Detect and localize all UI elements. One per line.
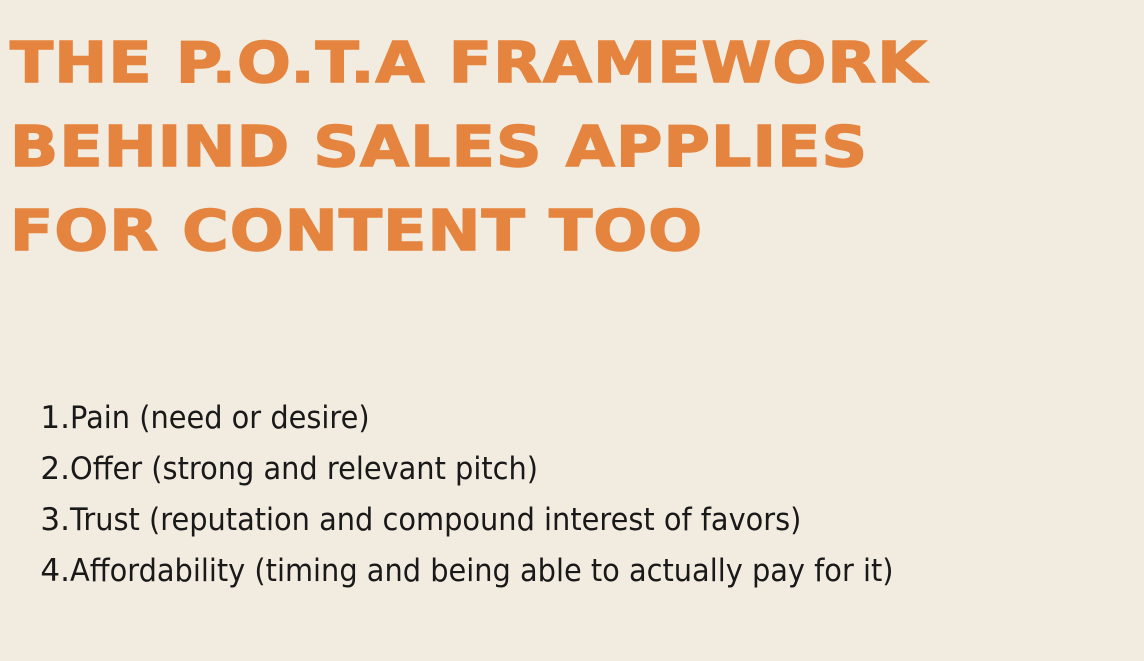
list-item-number: 2. xyxy=(40,451,70,487)
slide-title: THE P.O.T.A FRAMEWORK BEHIND SALES APPLI… xyxy=(9,22,1144,274)
list-item-number: 1. xyxy=(40,400,70,436)
title-line: FOR CONTENT TOO xyxy=(9,198,704,265)
list-item: 2. Offer (strong and relevant pitch) xyxy=(34,444,956,495)
title-line: THE P.O.T.A FRAMEWORK xyxy=(9,30,928,97)
slide: THE P.O.T.A FRAMEWORK BEHIND SALES APPLI… xyxy=(0,0,1144,661)
list-item-text: Trust (reputation and compound interest … xyxy=(70,502,802,538)
list-item-number: 4. xyxy=(40,553,70,589)
list-item-text: Affordability (timing and being able to … xyxy=(70,553,894,589)
list-item: 4. Affordability (timing and being able … xyxy=(34,546,956,597)
list-item: 1. Pain (need or desire) xyxy=(34,393,956,444)
list-item: 3. Trust (reputation and compound intere… xyxy=(34,495,956,546)
list-item-text: Offer (strong and relevant pitch) xyxy=(70,451,539,487)
list-item-number: 3. xyxy=(40,502,70,538)
list-item-text: Pain (need or desire) xyxy=(70,400,370,436)
title-line: BEHIND SALES APPLIES xyxy=(9,114,869,181)
framework-list: 1. Pain (need or desire) 2. Offer (stron… xyxy=(34,393,956,597)
